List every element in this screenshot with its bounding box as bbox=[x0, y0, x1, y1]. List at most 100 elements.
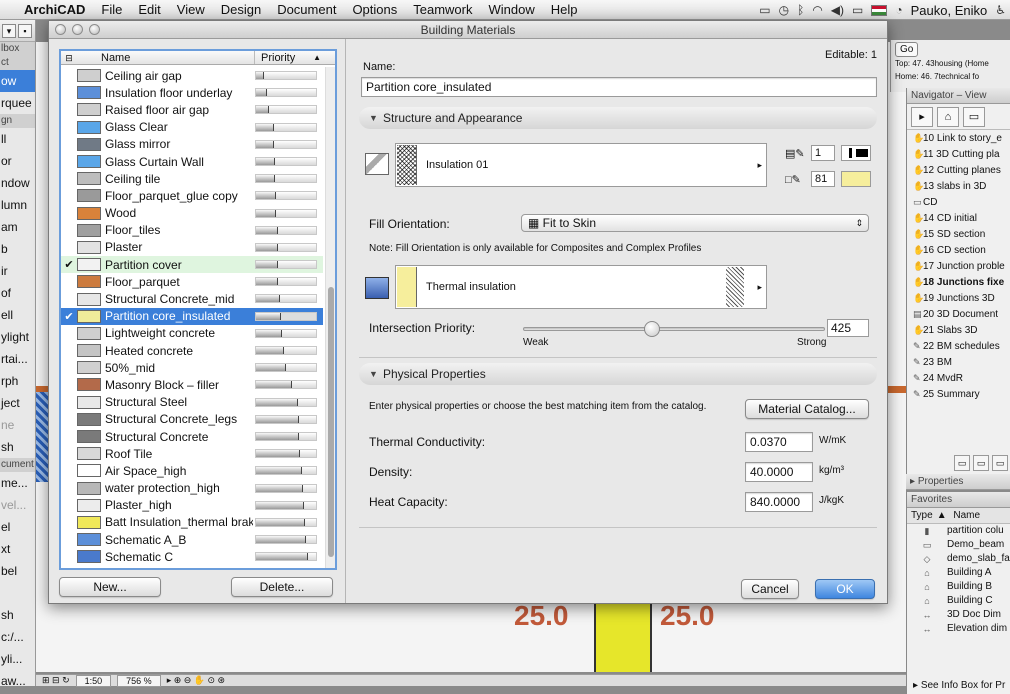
navigator-mode-icon[interactable]: ▸ bbox=[911, 106, 933, 127]
material-row[interactable]: Air Space_high bbox=[61, 462, 323, 479]
background-pen-field[interactable]: 81 bbox=[811, 171, 835, 187]
navigator-view-item[interactable]: ✋18 Junctions fixe bbox=[913, 274, 1010, 290]
material-row[interactable]: Elevation covering bbox=[61, 565, 323, 568]
material-row[interactable]: Lightweight concrete bbox=[61, 325, 323, 342]
navigator-view-item[interactable]: ✋15 SD section bbox=[913, 226, 1010, 242]
navigator-view-item[interactable]: ▤20 3D Document bbox=[913, 306, 1010, 322]
favorite-item[interactable]: ↔ Elevation dim bbox=[907, 622, 1010, 636]
material-row[interactable]: Floor_tiles bbox=[61, 222, 323, 239]
navigator-view-item[interactable]: ▭CD bbox=[913, 194, 1010, 210]
heat-capacity-field[interactable]: 840.0000 bbox=[745, 492, 813, 512]
menu-document[interactable]: Document bbox=[269, 2, 344, 17]
input-language-flag-icon[interactable] bbox=[871, 4, 888, 16]
volume-icon[interactable]: ◀) bbox=[831, 3, 844, 17]
toolbox-item[interactable]: ll bbox=[0, 128, 35, 150]
menu-design[interactable]: Design bbox=[213, 2, 269, 17]
favorite-item[interactable]: ◇ demo_slab_fa bbox=[907, 552, 1010, 566]
physical-section-header[interactable]: ▼ Physical Properties bbox=[359, 363, 877, 385]
scale-field[interactable]: 1:50 bbox=[75, 674, 112, 687]
bluetooth-icon[interactable]: ᛒ bbox=[797, 3, 804, 17]
toolbox-item[interactable]: ndow bbox=[0, 172, 35, 194]
toolbox-item[interactable]: b bbox=[0, 238, 35, 260]
toolbox-item[interactable]: ne bbox=[0, 414, 35, 436]
material-name-field[interactable]: Partition core_insulated bbox=[361, 77, 877, 97]
save-icon[interactable]: ▪ bbox=[18, 23, 32, 38]
material-row[interactable]: Glass Clear bbox=[61, 119, 323, 136]
material-row[interactable]: Structural Concrete_mid bbox=[61, 290, 323, 307]
navigator-view-item[interactable]: ✋12 Cutting planes bbox=[913, 162, 1010, 178]
material-row[interactable]: ✔ Partition core_insulated bbox=[61, 307, 323, 325]
zoom-field[interactable]: 756 % bbox=[117, 674, 161, 687]
minimize-window-icon[interactable] bbox=[72, 24, 83, 35]
project-map-icon[interactable]: ⌂ bbox=[937, 106, 959, 127]
intersection-priority-field[interactable]: 425 bbox=[827, 319, 869, 337]
navigator-view-item[interactable]: ✎ 22 BM schedules bbox=[913, 338, 1010, 354]
time-machine-icon[interactable]: ◷ bbox=[779, 3, 789, 17]
navigator-view-item[interactable]: ✎ 23 BM bbox=[913, 354, 1010, 370]
toolbox-item[interactable]: yli... bbox=[0, 648, 35, 670]
navigator-view-item[interactable]: ✋13 slabs in 3D bbox=[913, 178, 1010, 194]
fill-orientation-popup[interactable]: ▦ Fit to Skin ⇕ bbox=[521, 214, 869, 232]
cancel-button[interactable]: Cancel bbox=[741, 579, 799, 599]
toolbox-item[interactable]: me... bbox=[0, 472, 35, 494]
new-button[interactable]: New... bbox=[59, 577, 161, 597]
cut-fill-selector[interactable]: Insulation 01 ▸ bbox=[395, 143, 767, 187]
see-info-box-link[interactable]: ▸ See Info Box for Pr bbox=[906, 678, 1010, 694]
airplay-icon[interactable]: ▭ bbox=[759, 3, 770, 17]
navigator-view-item[interactable]: ✎ 24 MvdR bbox=[913, 370, 1010, 386]
menu-edit[interactable]: Edit bbox=[130, 2, 168, 17]
list-view-icon[interactable]: ⊟ bbox=[61, 51, 77, 64]
material-row[interactable]: Ceiling tile bbox=[61, 170, 323, 187]
navigator-view-item[interactable]: ✋14 CD initial bbox=[913, 210, 1010, 226]
material-catalog-button[interactable]: Material Catalog... bbox=[745, 399, 869, 419]
insulation-wall-section[interactable] bbox=[594, 602, 652, 672]
toolbox-item[interactable]: lumn bbox=[0, 194, 35, 216]
toolbox-item[interactable]: ow bbox=[0, 70, 35, 92]
material-row[interactable]: Plaster bbox=[61, 239, 323, 256]
material-row[interactable]: Roof Tile bbox=[61, 445, 323, 462]
top-value[interactable]: 47. 43housing (Home bbox=[912, 59, 989, 68]
menu-window[interactable]: Window bbox=[481, 2, 543, 17]
zoom-controls-icons[interactable]: ▸ ⊕ ⊖ ✋ ⊙ ⊛ bbox=[167, 675, 225, 686]
toolbox-item[interactable]: of bbox=[0, 282, 35, 304]
toolbox-item[interactable]: rph bbox=[0, 370, 35, 392]
favorite-item[interactable]: ▮ partition colu bbox=[907, 524, 1010, 538]
toolbox-item[interactable]: ell bbox=[0, 304, 35, 326]
new-folder-icon[interactable]: ▭ bbox=[954, 455, 970, 471]
toolbox-item[interactable]: ject bbox=[0, 392, 35, 414]
slider-knob[interactable] bbox=[643, 321, 660, 337]
nav-icons[interactable]: ⊞ ⊟ ↻ bbox=[42, 675, 70, 686]
favorite-item[interactable]: ⌂ Building C bbox=[907, 594, 1010, 608]
menu-options[interactable]: Options bbox=[344, 2, 405, 17]
menu-help[interactable]: Help bbox=[543, 2, 586, 17]
toolbox-item[interactable]: sh bbox=[0, 604, 35, 626]
navigator-view-item[interactable]: ✋10 Link to story_e bbox=[913, 130, 1010, 146]
column-header-name[interactable]: Name bbox=[77, 51, 255, 64]
material-row[interactable]: Glass mirror bbox=[61, 136, 323, 153]
navigator-view-item[interactable]: ✋21 Slabs 3D bbox=[913, 322, 1010, 338]
clock-icon[interactable]: ◔ bbox=[895, 3, 902, 17]
toolbox-item[interactable]: c:/... bbox=[0, 626, 35, 648]
ok-button[interactable]: OK bbox=[815, 579, 875, 599]
accessibility-icon[interactable]: ♿ bbox=[995, 3, 1006, 17]
material-row[interactable]: Structural Concrete_legs bbox=[61, 411, 323, 428]
material-row[interactable]: Glass Curtain Wall bbox=[61, 153, 323, 170]
material-row[interactable]: Structural Concrete bbox=[61, 428, 323, 445]
navigator-view-item[interactable]: ✋17 Junction proble bbox=[913, 258, 1010, 274]
material-row[interactable]: Heated concrete bbox=[61, 342, 323, 359]
battery-icon[interactable]: ▭ bbox=[852, 3, 863, 17]
density-field[interactable]: 40.0000 bbox=[745, 462, 813, 482]
menu-view[interactable]: View bbox=[169, 2, 213, 17]
toolbox-item[interactable]: sh bbox=[0, 436, 35, 458]
menu-file[interactable]: File bbox=[93, 2, 130, 17]
material-row[interactable]: ✔ Partition cover bbox=[61, 256, 323, 274]
material-row[interactable]: Wood bbox=[61, 205, 323, 222]
user-name[interactable]: Pauko, Eniko bbox=[911, 3, 988, 18]
settings-icon[interactable]: ▭ bbox=[973, 455, 989, 471]
material-row[interactable]: Batt Insulation_thermal brak bbox=[61, 514, 323, 531]
menu-app[interactable]: ArchiCAD bbox=[22, 2, 93, 17]
favorite-item[interactable]: ⌂ Building A bbox=[907, 566, 1010, 580]
wifi-icon[interactable]: ◠ bbox=[812, 3, 822, 17]
material-row[interactable]: water protection_high bbox=[61, 480, 323, 497]
material-list-scrollbar[interactable] bbox=[325, 67, 335, 568]
